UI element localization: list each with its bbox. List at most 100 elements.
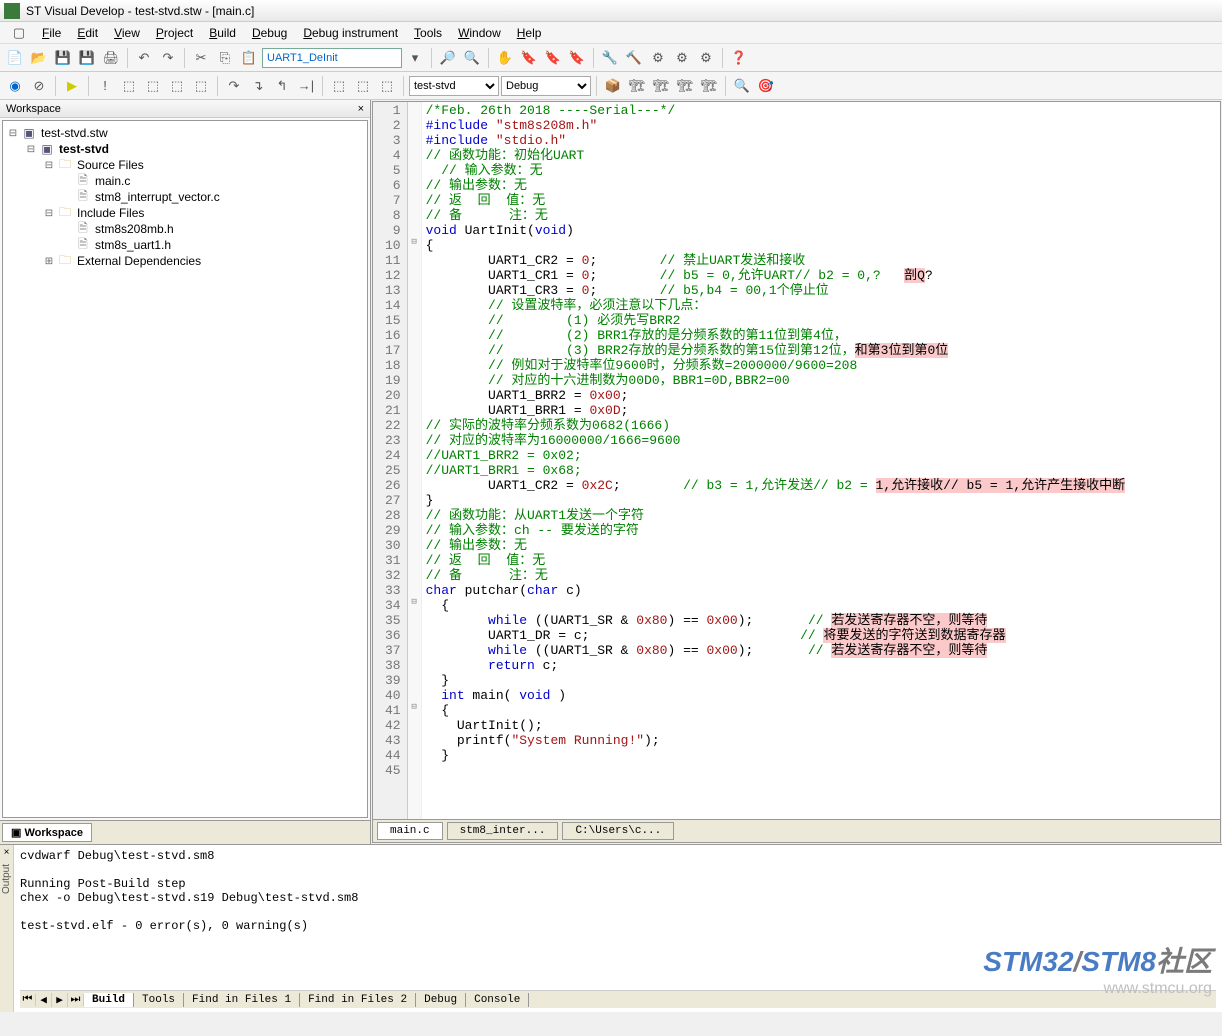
- output-label: Output: [0, 860, 13, 898]
- step4-icon[interactable]: ⬚: [190, 75, 212, 97]
- search-input[interactable]: [262, 48, 402, 68]
- tools2-icon[interactable]: 🔨: [623, 47, 645, 69]
- tree-project[interactable]: ⊟▣ test-stvd: [25, 141, 363, 157]
- zoom-icon[interactable]: 🔍: [731, 75, 753, 97]
- new-icon[interactable]: 📄: [4, 47, 26, 69]
- cut-icon[interactable]: ✂: [190, 47, 212, 69]
- output-tab-find-in-files-2[interactable]: Find in Files 2: [300, 993, 416, 1007]
- bookmark2-icon[interactable]: 🔖: [542, 47, 564, 69]
- menu-edit[interactable]: Edit: [69, 24, 106, 42]
- tree-folder[interactable]: ⊟🗀Include Files: [43, 205, 363, 221]
- stepout-icon[interactable]: ↰: [271, 75, 293, 97]
- runto-icon[interactable]: →|: [295, 75, 317, 97]
- menu-file[interactable]: File: [34, 24, 69, 42]
- menu-project[interactable]: Project: [148, 24, 201, 42]
- tree-folder[interactable]: ⊞🗀External Dependencies: [43, 253, 363, 269]
- tree-file[interactable]: 🗎stm8s208mb.h: [61, 221, 363, 237]
- output-tab-tools[interactable]: Tools: [134, 993, 184, 1007]
- bookmark-icon[interactable]: 🔖: [518, 47, 540, 69]
- tools3-icon[interactable]: ⚙: [647, 47, 669, 69]
- find-icon[interactable]: 🔎: [437, 47, 459, 69]
- file-icon: 🗎: [75, 238, 91, 252]
- window-icon[interactable]: ▢: [8, 22, 30, 44]
- stepin-icon[interactable]: ↴: [247, 75, 269, 97]
- watermark: STM32/STM8社区 www.stmcu.org: [983, 940, 1212, 998]
- step2-icon[interactable]: ⬚: [142, 75, 164, 97]
- code-editor[interactable]: 1234567891011121314151617181920212223242…: [373, 102, 1220, 819]
- close-icon[interactable]: ×: [358, 103, 364, 115]
- misc3-icon[interactable]: ⬚: [376, 75, 398, 97]
- menu-debug[interactable]: Debug: [244, 24, 295, 42]
- copy-icon[interactable]: ⎘: [214, 47, 236, 69]
- tab-next-icon[interactable]: ▶: [52, 993, 68, 1007]
- toolbar-1: 📄 📂 💾 💾 🖨 ↶ ↷ ✂ ⎘ 📋 ▾ 🔎 🔍 ✋ 🔖 🔖 🔖 🔧 🔨 ⚙ …: [0, 44, 1222, 72]
- titlebar: ST Visual Develop - test-stvd.stw - [mai…: [0, 0, 1222, 22]
- tools1-icon[interactable]: 🔧: [599, 47, 621, 69]
- menu-debug-instrument[interactable]: Debug instrument: [295, 24, 406, 42]
- editor-tab[interactable]: stm8_inter...: [447, 822, 559, 840]
- editor-area: 1234567891011121314151617181920212223242…: [372, 101, 1221, 843]
- bookmark3-icon[interactable]: 🔖: [566, 47, 588, 69]
- tab-last-icon[interactable]: ⏭: [68, 994, 84, 1006]
- config-select[interactable]: Debug: [501, 76, 591, 96]
- build3-icon[interactable]: 🏗: [650, 75, 672, 97]
- output-tab-find-in-files-1[interactable]: Find in Files 1: [184, 993, 300, 1007]
- hand-icon[interactable]: ✋: [494, 47, 516, 69]
- target-icon[interactable]: 🎯: [755, 75, 777, 97]
- breakpoint-icon[interactable]: !: [94, 75, 116, 97]
- misc1-icon[interactable]: ⬚: [328, 75, 350, 97]
- menu-help[interactable]: Help: [509, 24, 550, 42]
- project-icon: ▣: [39, 142, 55, 156]
- debug-stop-icon[interactable]: ⊘: [28, 75, 50, 97]
- editor-tab[interactable]: C:\Users\c...: [562, 822, 674, 840]
- tree-root[interactable]: ⊟▣ test-stvd.stw: [7, 125, 363, 141]
- undo-icon[interactable]: ↶: [133, 47, 155, 69]
- save-icon[interactable]: 💾: [52, 47, 74, 69]
- file-icon: 🗎: [75, 190, 91, 204]
- output-tab-debug[interactable]: Debug: [416, 993, 466, 1007]
- build1-icon[interactable]: 📦: [602, 75, 624, 97]
- tab-prev-icon[interactable]: ◀: [36, 993, 52, 1007]
- help-icon[interactable]: ❓: [728, 47, 750, 69]
- workspace-tab[interactable]: ▣ Workspace: [2, 823, 92, 842]
- stepover-icon[interactable]: ↷: [223, 75, 245, 97]
- tree-file[interactable]: 🗎main.c: [61, 173, 363, 189]
- menu-build[interactable]: Build: [201, 24, 244, 42]
- tools4-icon[interactable]: ⚙: [671, 47, 693, 69]
- tree-file[interactable]: 🗎stm8_interrupt_vector.c: [61, 189, 363, 205]
- output-tab-build[interactable]: Build: [84, 993, 134, 1007]
- menu-view[interactable]: View: [106, 24, 148, 42]
- tools5-icon[interactable]: ⚙: [695, 47, 717, 69]
- build4-icon[interactable]: 🏗: [674, 75, 696, 97]
- tree-folder[interactable]: ⊟🗀Source Files: [43, 157, 363, 173]
- tab-first-icon[interactable]: ⏮: [20, 994, 36, 1006]
- menu-tools[interactable]: Tools: [406, 24, 450, 42]
- menu-window[interactable]: Window: [450, 24, 509, 42]
- output-sidebar: × Output: [0, 845, 14, 1012]
- open-icon[interactable]: 📂: [28, 47, 50, 69]
- paste-icon[interactable]: 📋: [238, 47, 260, 69]
- tree-file[interactable]: 🗎stm8s_uart1.h: [61, 237, 363, 253]
- output-tab-console[interactable]: Console: [466, 993, 529, 1007]
- dropdown-icon[interactable]: ▾: [404, 47, 426, 69]
- redo-icon[interactable]: ↷: [157, 47, 179, 69]
- workspace-panel: Workspace × ⊟▣ test-stvd.stw ⊟▣ test-stv…: [0, 100, 371, 844]
- step1-icon[interactable]: ⬚: [118, 75, 140, 97]
- output-close-icon[interactable]: ×: [0, 845, 13, 860]
- debug-start-icon[interactable]: ◉: [4, 75, 26, 97]
- step3-icon[interactable]: ⬚: [166, 75, 188, 97]
- workspace-header: Workspace ×: [0, 100, 370, 118]
- build5-icon[interactable]: 🏗: [698, 75, 720, 97]
- misc2-icon[interactable]: ⬚: [352, 75, 374, 97]
- folder-icon: 🗀: [57, 158, 73, 172]
- editor-tabs: main.cstm8_inter...C:\Users\c...: [373, 819, 1220, 842]
- print-icon[interactable]: 🖨: [100, 47, 122, 69]
- project-tree[interactable]: ⊟▣ test-stvd.stw ⊟▣ test-stvd ⊟🗀Source F…: [2, 120, 368, 818]
- build2-icon[interactable]: 🏗: [626, 75, 648, 97]
- editor-tab[interactable]: main.c: [377, 822, 443, 840]
- folder-icon: 🗀: [57, 206, 73, 220]
- saveall-icon[interactable]: 💾: [76, 47, 98, 69]
- project-select[interactable]: test-stvd: [409, 76, 499, 96]
- run-icon[interactable]: ▶: [61, 75, 83, 97]
- findfiles-icon[interactable]: 🔍: [461, 47, 483, 69]
